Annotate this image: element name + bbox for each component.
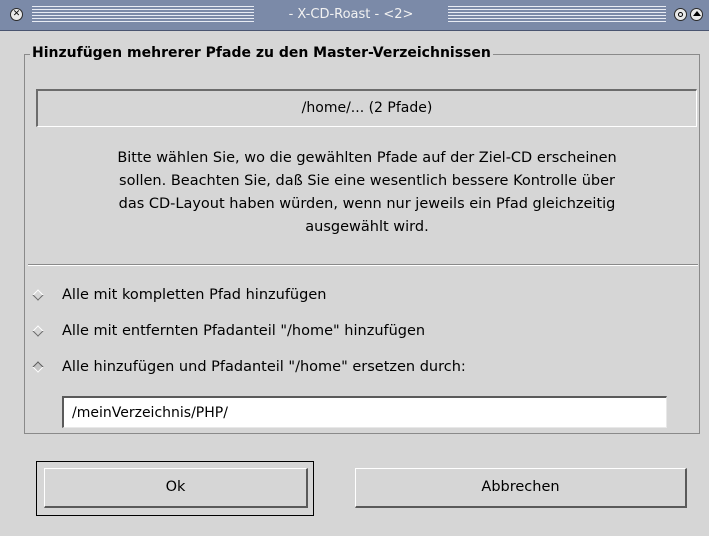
maximize-icon[interactable] — [690, 8, 703, 21]
title-bar-stripes-left — [32, 6, 254, 23]
replacement-path-input[interactable] — [62, 396, 667, 428]
radio-indicator-icon[interactable] — [32, 289, 44, 301]
description-line: ausgewählt wird. — [305, 219, 429, 235]
radio-indicator-icon[interactable] — [32, 325, 44, 337]
close-icon[interactable]: ✕ — [10, 8, 23, 21]
description-line: sollen. Beachten Sie, daß Sie eine wesen… — [119, 173, 615, 189]
radio-indicator-selected-icon[interactable] — [32, 361, 44, 373]
minimize-icon[interactable] — [674, 8, 687, 21]
title-bar-stripes-right — [448, 6, 666, 23]
title-bar[interactable]: ✕ - X-CD-Roast - <2> — [0, 0, 709, 31]
path-summary-box: /home/... (2 Pfade) — [36, 89, 697, 127]
cancel-button[interactable]: Abbrechen — [355, 468, 687, 508]
description-line: das CD-Layout haben würden, wenn nur jew… — [118, 196, 616, 212]
ok-button[interactable]: Ok — [44, 468, 308, 508]
radio-label: Alle hinzufügen und Pfadanteil "/home" e… — [62, 359, 466, 375]
description-text: Bitte wählen Sie, wo die gewählten Pfade… — [38, 147, 696, 239]
description-line: Bitte wählen Sie, wo die gewählten Pfade… — [117, 150, 617, 166]
window-title: - X-CD-Roast - <2> — [288, 7, 414, 22]
group-title: Hinzufügen mehrerer Pfade zu den Master-… — [30, 44, 493, 62]
separator — [28, 264, 698, 266]
radio-label: Alle mit kompletten Pfad hinzufügen — [62, 287, 327, 303]
radio-label: Alle mit entfernten Pfadanteil "/home" h… — [62, 323, 426, 339]
